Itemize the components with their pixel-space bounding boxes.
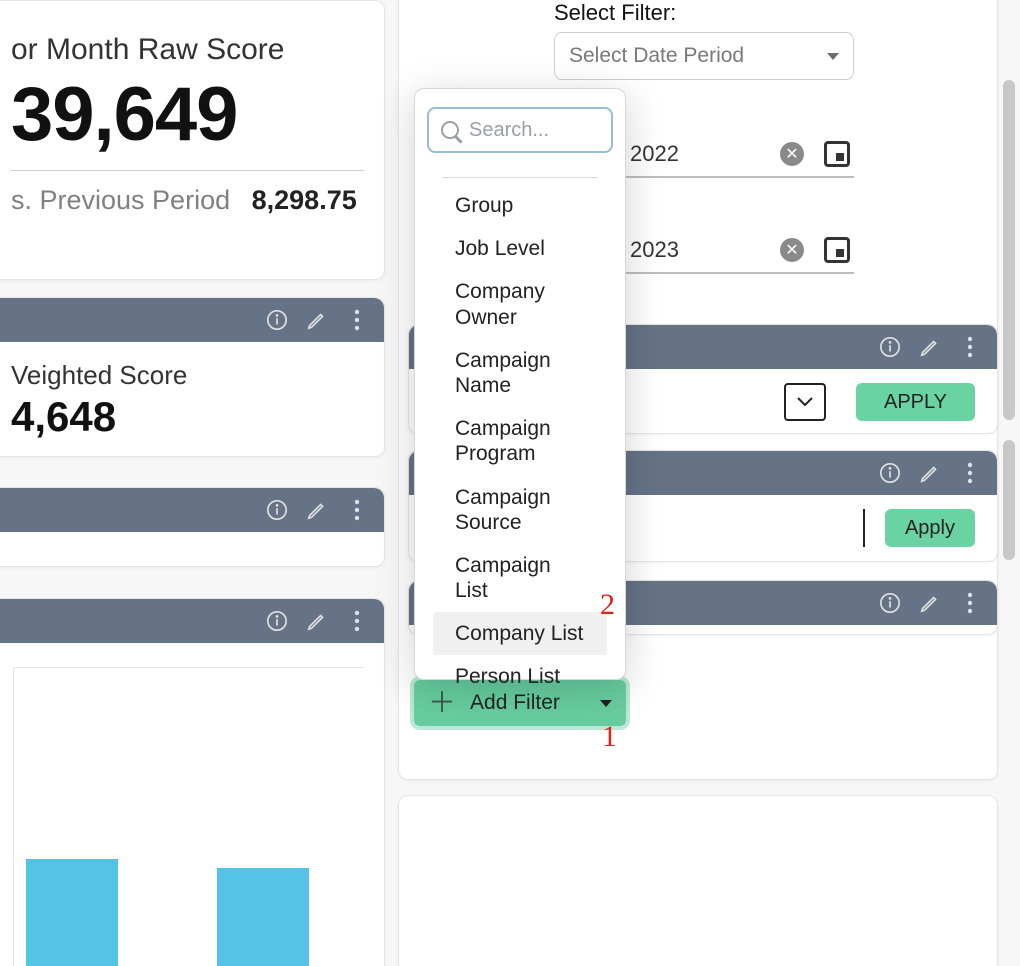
kpi-subtitle: Veighted Score (11, 360, 364, 391)
card-collapsed (0, 487, 385, 567)
more-icon[interactable] (959, 462, 981, 484)
more-icon[interactable] (959, 592, 981, 614)
chart-bar (26, 859, 118, 966)
calendar-icon[interactable] (824, 141, 850, 167)
filter-option-company-list[interactable]: Company List (433, 612, 607, 655)
chevron-down-icon (827, 53, 839, 60)
select-filter-label: Select Filter: (554, 0, 854, 26)
filter-option-company-owner[interactable]: Company Owner (433, 270, 607, 338)
kpi-previous-label: s. Previous Period (11, 185, 230, 215)
more-icon[interactable] (346, 499, 368, 521)
info-icon[interactable] (266, 499, 288, 521)
clear-icon[interactable]: ✕ (780, 238, 804, 262)
value-select[interactable] (784, 383, 826, 421)
filter-option-campaign-program[interactable]: Campaign Program (433, 407, 607, 475)
chart-area (0, 643, 384, 966)
search-icon (441, 121, 459, 139)
filter-option-list: Group Job Level Company Owner Campaign N… (427, 184, 613, 699)
start-date-value: 2022 (630, 141, 679, 167)
more-icon[interactable] (959, 336, 981, 358)
select-placeholder: Select Date Period (569, 44, 744, 68)
kpi-previous: s. Previous Period 8,298.75 (11, 185, 364, 216)
chevron-down-icon (600, 700, 612, 707)
apply-button[interactable]: Apply (885, 509, 975, 547)
edit-icon[interactable] (919, 336, 941, 358)
edit-icon[interactable] (919, 592, 941, 614)
kpi-mid-value: 4,648 (11, 393, 364, 441)
kpi-value: 39,649 (11, 71, 364, 158)
filter-option-person-list[interactable]: Person List (433, 655, 607, 698)
annotation-2: 2 (600, 588, 615, 622)
kpi-card-weighted-score: Veighted Score 4,648 (0, 297, 385, 457)
scroll-thumb[interactable] (1003, 80, 1015, 420)
info-icon[interactable] (266, 309, 288, 331)
add-filter-popover: Search... Group Job Level Company Owner … (414, 88, 626, 680)
scroll-thumb[interactable] (1003, 440, 1015, 560)
select-filter-block: Select Filter: Select Date Period (554, 0, 854, 80)
divider (443, 177, 597, 178)
info-icon[interactable] (879, 592, 901, 614)
annotation-1: 1 (602, 720, 617, 754)
info-icon[interactable] (266, 610, 288, 632)
info-icon[interactable] (879, 336, 901, 358)
date-period-select[interactable]: Select Date Period (554, 32, 854, 80)
edit-icon[interactable] (919, 462, 941, 484)
card-toolbar (0, 298, 384, 342)
chart-bar (217, 868, 309, 966)
kpi-card-raw-score: or Month Raw Score 39,649 s. Previous Pe… (0, 0, 385, 280)
card-toolbar (0, 599, 384, 643)
input-fragment[interactable] (863, 509, 865, 547)
more-icon[interactable] (346, 610, 368, 632)
gridline (13, 667, 14, 966)
filter-option-campaign-list[interactable]: Campaign List (433, 544, 607, 612)
calendar-icon[interactable] (824, 237, 850, 263)
edit-icon[interactable] (306, 499, 328, 521)
kpi-previous-value: 8,298.75 (252, 185, 357, 215)
filter-search-input[interactable]: Search... (427, 107, 613, 153)
chart-card (0, 598, 385, 966)
filter-option-job-level[interactable]: Job Level (433, 227, 607, 270)
card-toolbar (0, 488, 384, 532)
divider (11, 170, 364, 171)
apply-button[interactable]: APPLY (856, 383, 975, 421)
search-placeholder: Search... (469, 119, 549, 142)
clear-icon[interactable]: ✕ (780, 142, 804, 166)
edit-icon[interactable] (306, 610, 328, 632)
scrollbar[interactable] (1003, 80, 1015, 900)
filter-option-group[interactable]: Group (433, 184, 607, 227)
filter-option-campaign-name[interactable]: Campaign Name (433, 339, 607, 407)
info-icon[interactable] (879, 462, 901, 484)
kpi-title: or Month Raw Score (11, 33, 364, 67)
more-icon[interactable] (346, 309, 368, 331)
edit-icon[interactable] (306, 309, 328, 331)
filter-option-campaign-source[interactable]: Campaign Source (433, 476, 607, 544)
right-chart-card (398, 795, 998, 966)
end-date-value: 2023 (630, 237, 679, 263)
gridline (13, 667, 364, 668)
